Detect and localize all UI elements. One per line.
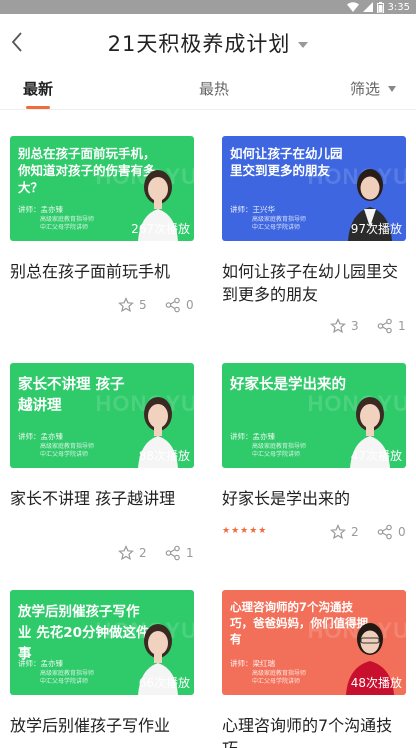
video-thumbnail: HONGYU 放学后别催孩子写作业 先花20分钟做这件事 讲师：孟亦臻 高级家庭… <box>10 590 194 695</box>
share-count: 1 <box>398 319 406 333</box>
play-count: 88次播放 <box>138 449 190 463</box>
title-selector[interactable]: 21天积极养成计划 <box>0 28 416 58</box>
video-card[interactable]: HONGYU 家长不讲理 孩子越讲理 讲师：孟亦臻 高级家庭教育指导师 中汇父母学… <box>10 363 194 568</box>
desc-line: 中汇父母学院讲师 <box>252 678 301 685</box>
thumbnail-headline: 好家长是学出来的 <box>230 377 346 393</box>
desc-line: 中汇父母学院讲师 <box>40 451 89 458</box>
rating-stars: ★★★★★ <box>222 526 268 536</box>
desc-line: 高级家庭教育指导师 <box>252 670 307 677</box>
share-icon <box>165 297 180 313</box>
thumbnail-desc: 高级家庭教育指导师 中汇父母学院讲师 <box>40 443 94 459</box>
battery-icon <box>376 1 384 13</box>
thumbnail-teacher: 讲师：王兴华 <box>230 205 275 214</box>
play-count: 48次播放 <box>350 676 402 690</box>
like-stat[interactable]: 5 <box>118 295 147 315</box>
play-count: 47次播放 <box>350 449 402 463</box>
like-stat[interactable]: 2 <box>118 543 147 563</box>
like-count: 2 <box>351 525 359 539</box>
desc-line: 高级家庭教育指导师 <box>40 216 95 223</box>
video-thumbnail: HONGYU 好家长是学出来的 讲师：孟亦臻 高级家庭教育指导师 中汇父母学院讲师… <box>222 363 406 468</box>
share-stat[interactable]: 1 <box>165 543 194 563</box>
star-outline-icon <box>118 297 134 313</box>
video-card[interactable]: HONGYU 好家长是学出来的 讲师：孟亦臻 高级家庭教育指导师 中汇父母学院讲师… <box>222 363 406 548</box>
tab-bar: 最新 最热 筛选 <box>0 70 416 110</box>
cell-signal-icon <box>362 2 373 12</box>
like-stat[interactable]: 3 <box>330 316 359 336</box>
like-count: 5 <box>139 298 147 312</box>
page-title: 21天积极养成计划 <box>107 32 291 56</box>
desc-line: 中汇父母学院讲师 <box>252 224 301 231</box>
video-thumbnail: HONGYU 心理咨询师的7个沟通技巧，爸爸妈妈，你们值得拥有 讲师：梁红瑞 高… <box>222 590 406 695</box>
share-icon <box>377 524 392 540</box>
play-count: 66次播放 <box>138 676 190 690</box>
share-icon <box>377 318 392 334</box>
thumbnail-desc: 高级家庭教育指导师 中汇父母学院讲师 <box>252 443 306 459</box>
desc-line: 高级家庭教育指导师 <box>40 443 95 450</box>
tab-hottest[interactable]: 最热 <box>199 78 229 99</box>
like-stat[interactable]: 2 <box>330 522 359 542</box>
video-title: 如何让孩子在幼儿园里交到更多的朋友 <box>222 262 399 304</box>
video-card[interactable]: HONGYU 心理咨询师的7个沟通技巧，爸爸妈妈，你们值得拥有 讲师：梁红瑞 高… <box>222 590 406 748</box>
thumbnail-teacher: 讲师：孟亦臻 <box>230 432 275 441</box>
star-outline-icon <box>118 545 134 561</box>
share-stat[interactable]: 1 <box>377 316 406 336</box>
thumbnail-desc: 高级家庭教育指导师 中汇父母学院讲师 <box>40 670 94 686</box>
thumbnail-headline: 家长不讲理 孩子越讲理 <box>18 377 125 414</box>
share-count: 0 <box>398 525 406 539</box>
video-thumbnail: HONGYU 家长不讲理 孩子越讲理 讲师：孟亦臻 高级家庭教育指导师 中汇父母学… <box>10 363 194 468</box>
thumbnail-teacher: 讲师：孟亦臻 <box>18 205 63 214</box>
thumbnail-teacher: 讲师：梁红瑞 <box>230 659 275 668</box>
tab-filter-label: 筛选 <box>350 80 381 98</box>
thumbnail-desc: 高级家庭教育指导师 中汇父母学院讲师 <box>252 216 306 232</box>
video-title: 好家长是学出来的 <box>222 489 351 508</box>
top-bar: 21天积极养成计划 <box>0 14 416 70</box>
caret-down-icon <box>298 41 309 48</box>
status-time: 3:35 <box>387 1 410 13</box>
tab-latest[interactable]: 最新 <box>23 78 53 99</box>
video-title: 放学后别催孩子写作业 <box>10 716 171 735</box>
desc-line: 中汇父母学院讲师 <box>40 678 89 685</box>
tab-filter[interactable]: 筛选 <box>350 78 397 99</box>
video-thumbnail: HONGYU 别总在孩子面前玩手机，你知道对孩子的伤害有多大？ 讲师：孟亦臻 高… <box>10 136 194 241</box>
play-count: 97次播放 <box>350 222 402 236</box>
desc-line: 高级家庭教育指导师 <box>252 443 307 450</box>
share-count: 0 <box>186 298 194 312</box>
like-count: 2 <box>139 546 147 560</box>
video-card[interactable]: HONGYU 如何让孩子在幼儿园里交到更多的朋友 讲师：王兴华 高级家庭教育指导… <box>222 136 406 336</box>
star-outline-icon <box>330 318 346 334</box>
share-stat[interactable]: 0 <box>377 522 406 542</box>
video-card[interactable]: HONGYU 放学后别催孩子写作业 先花20分钟做这件事 讲师：孟亦臻 高级家庭… <box>10 590 194 748</box>
play-count: 267次播放 <box>131 222 190 236</box>
desc-line: 中汇父母学院讲师 <box>40 224 89 231</box>
desc-line: 中汇父母学院讲师 <box>252 451 301 458</box>
status-bar: 3:35 <box>0 0 416 14</box>
video-card[interactable]: HONGYU 别总在孩子面前玩手机，你知道对孩子的伤害有多大？ 讲师：孟亦臻 高… <box>10 136 194 316</box>
share-stat[interactable]: 0 <box>165 295 194 315</box>
video-title: 别总在孩子面前玩手机 <box>10 262 171 281</box>
video-title: 家长不讲理 孩子越讲理 <box>10 489 176 508</box>
thumbnail-desc: 高级家庭教育指导师 中汇父母学院讲师 <box>40 216 94 232</box>
thumbnail-desc: 高级家庭教育指导师 中汇父母学院讲师 <box>252 670 306 686</box>
like-count: 3 <box>351 319 359 333</box>
status-icons: 3:35 <box>346 0 410 14</box>
thumbnail-teacher: 讲师：孟亦臻 <box>18 432 63 441</box>
video-title: 心理咨询师的7个沟通技巧 <box>222 716 393 748</box>
thumbnail-headline: 如何让孩子在幼儿园里交到更多的朋友 <box>230 146 343 178</box>
active-tab-indicator <box>26 106 50 109</box>
desc-line: 高级家庭教育指导师 <box>40 670 95 677</box>
thumbnail-teacher: 讲师：孟亦臻 <box>18 659 63 668</box>
caret-down-icon <box>388 85 397 92</box>
share-count: 1 <box>186 546 194 560</box>
star-outline-icon <box>330 524 346 540</box>
desc-line: 高级家庭教育指导师 <box>252 216 307 223</box>
wifi-icon <box>346 2 359 12</box>
share-icon <box>165 545 180 561</box>
video-thumbnail: HONGYU 如何让孩子在幼儿园里交到更多的朋友 讲师：王兴华 高级家庭教育指导… <box>222 136 406 241</box>
